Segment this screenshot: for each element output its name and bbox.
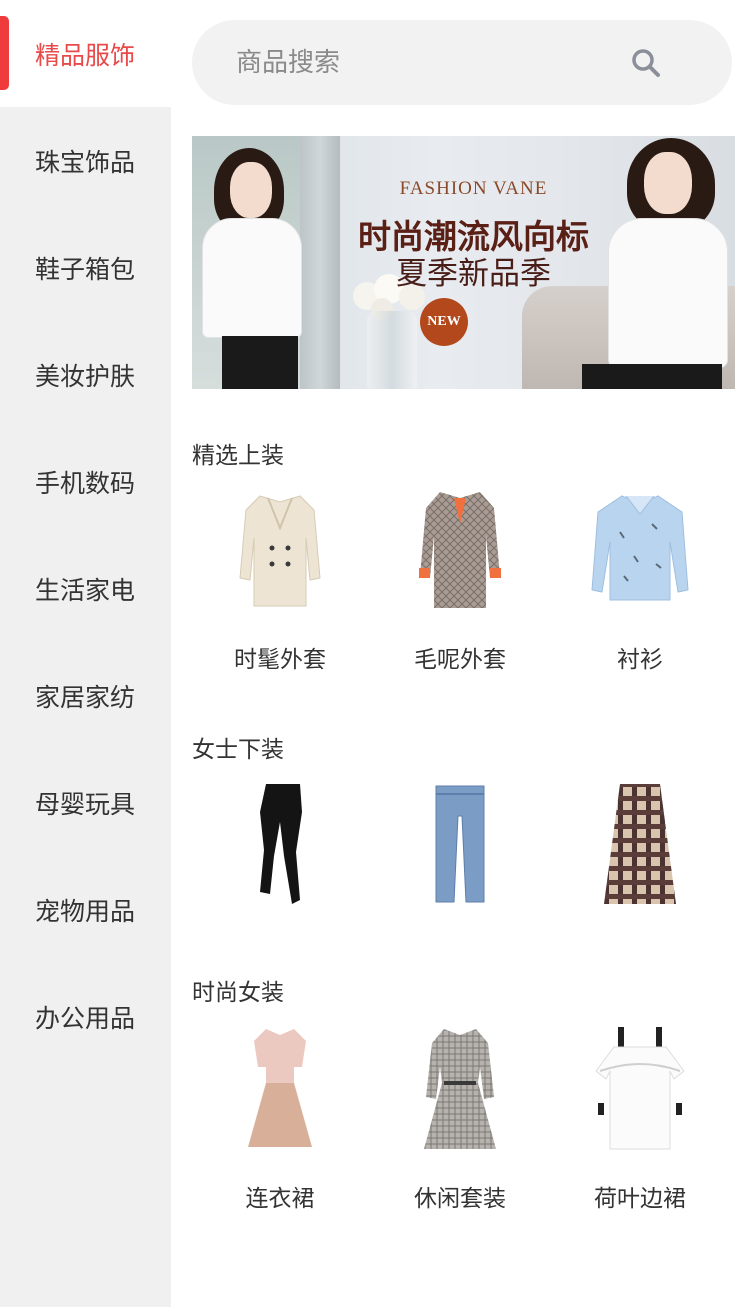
promo-banner[interactable]: FASHION VANE 时尚潮流风向标 夏季新品季 NEW — [192, 136, 735, 389]
banner-model-right — [572, 136, 735, 389]
plaid-skirt-image — [604, 784, 676, 904]
sidebar-item-pets[interactable]: 宠物用品 — [0, 856, 171, 963]
sidebar-item-clothing[interactable]: 精品服饰 — [0, 0, 171, 107]
black-leggings-image — [260, 784, 302, 904]
sidebar-item-office[interactable]: 办公用品 — [0, 963, 171, 1070]
sidebar-item-label: 办公用品 — [35, 1004, 136, 1033]
sidebar-item-jewelry[interactable]: 珠宝饰品 — [0, 107, 171, 214]
product-label: 衬衫 — [617, 646, 663, 672]
sidebar-item-label: 手机数码 — [35, 469, 136, 498]
sidebar-item-label: 母婴玩具 — [35, 790, 136, 819]
plaid-dress-image — [424, 1029, 496, 1149]
blue-shirt-image — [591, 495, 689, 601]
sidebar-item-shoes-bags[interactable]: 鞋子箱包 — [0, 214, 171, 321]
sidebar-item-baby-toys[interactable]: 母婴玩具 — [0, 749, 171, 856]
category-sidebar: 精品服饰 珠宝饰品 鞋子箱包 美妆护肤 手机数码 生活家电 家居家纺 母婴玩具 … — [0, 0, 171, 1307]
product-label: 荷叶边裙 — [594, 1185, 686, 1211]
jeans-image — [435, 785, 485, 903]
sidebar-item-beauty[interactable]: 美妆护肤 — [0, 321, 171, 428]
search-icon[interactable] — [630, 47, 662, 79]
search-input[interactable] — [236, 47, 626, 78]
sidebar-item-label: 美妆护肤 — [35, 362, 136, 391]
beige-coat-image — [239, 495, 321, 607]
sidebar-item-label: 家居家纺 — [35, 683, 136, 712]
section-title-bottoms: 女士下装 — [192, 736, 284, 762]
product-label: 时髦外套 — [234, 646, 326, 672]
white-dress-image — [595, 1027, 685, 1150]
sidebar-item-appliances[interactable]: 生活家电 — [0, 535, 171, 642]
product-label: 连衣裙 — [245, 1185, 315, 1211]
active-indicator — [0, 16, 9, 90]
product-label: 休闲套装 — [414, 1185, 506, 1211]
sidebar-item-home-textiles[interactable]: 家居家纺 — [0, 642, 171, 749]
pink-dress-image — [248, 1029, 312, 1147]
search-bar[interactable] — [192, 20, 732, 105]
product-label: 毛呢外套 — [414, 646, 506, 672]
sidebar-item-label: 生活家电 — [35, 576, 136, 605]
sidebar-item-label: 宠物用品 — [35, 897, 136, 926]
sidebar-item-label: 珠宝饰品 — [35, 148, 136, 177]
section-title-tops: 精选上装 — [192, 442, 284, 468]
sidebar-item-digital[interactable]: 手机数码 — [0, 428, 171, 535]
plaid-coat-image — [419, 492, 501, 608]
sidebar-item-label: 鞋子箱包 — [35, 255, 136, 284]
banner-vase — [367, 311, 417, 389]
new-badge: NEW — [420, 298, 468, 346]
section-title-fashion: 时尚女装 — [192, 979, 284, 1005]
sidebar-item-label: 精品服饰 — [35, 41, 136, 70]
